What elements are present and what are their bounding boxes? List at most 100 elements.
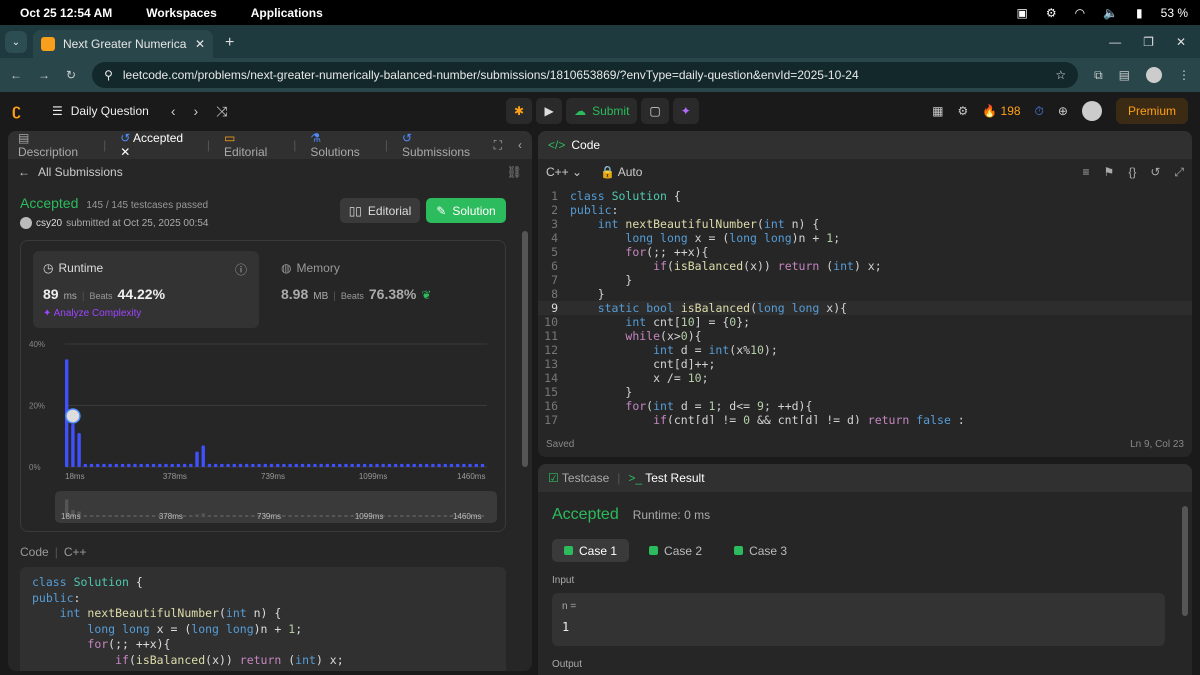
code-line[interactable]: 6 if(isBalanced(x)) return (int) x; bbox=[538, 259, 1192, 273]
tab-search-icon[interactable]: ▤ bbox=[1119, 68, 1130, 82]
reload-button[interactable]: ↻ bbox=[66, 68, 76, 82]
code-line[interactable]: 3 int nextBeautifulNumber(int n) { bbox=[538, 217, 1192, 231]
tab-solutions[interactable]: ⚗ Solutions bbox=[310, 131, 370, 159]
shuffle-icon[interactable]: ⤨ bbox=[216, 103, 227, 120]
case-3-tab[interactable]: Case 3 bbox=[722, 539, 799, 562]
prev-problem-icon[interactable]: ‹ bbox=[171, 103, 176, 120]
timer-icon[interactable]: ⏱ bbox=[1035, 104, 1044, 119]
submitted-code[interactable]: class Solution {public: int nextBeautifu… bbox=[20, 567, 506, 671]
streak-counter[interactable]: 🔥 198 bbox=[982, 104, 1020, 118]
profile-avatar[interactable] bbox=[1146, 67, 1162, 83]
code-text: } bbox=[570, 385, 633, 399]
collapse-icon[interactable]: ‹ bbox=[518, 138, 522, 153]
histogram-bar bbox=[474, 463, 479, 467]
case-1-tab[interactable]: Case 1 bbox=[552, 539, 630, 562]
auto-mode[interactable]: 🔒 Auto bbox=[600, 165, 642, 179]
submitter-name[interactable]: csy20 bbox=[36, 218, 62, 229]
tab-accepted[interactable]: ↺ Accepted ✕ bbox=[120, 131, 193, 159]
browser-tab[interactable]: Next Greater Numerically Ba ✕ bbox=[33, 30, 213, 58]
editorial-button[interactable]: ▯▯ Editorial bbox=[340, 198, 420, 223]
new-tab-button[interactable]: + bbox=[225, 34, 234, 52]
user-avatar-marker bbox=[65, 408, 81, 424]
code-line[interactable]: 9 static bool isBalanced(long long x){ bbox=[538, 301, 1192, 315]
code-line[interactable]: 2 public: bbox=[538, 203, 1192, 217]
code-icon: </> bbox=[548, 138, 566, 152]
os-clock[interactable]: Oct 25 12:54 AM bbox=[20, 6, 112, 20]
site-info-icon[interactable]: ⚲ bbox=[104, 68, 113, 82]
code-line[interactable]: 11 while(x>0){ bbox=[538, 329, 1192, 343]
code-line[interactable]: 12 int d = int(x%10); bbox=[538, 343, 1192, 357]
tab-description[interactable]: ▤ Description bbox=[18, 131, 89, 159]
screen-icon[interactable]: ▣ bbox=[1016, 6, 1027, 20]
input-var-value[interactable]: 1 bbox=[562, 620, 1155, 634]
mini-bar bbox=[133, 515, 137, 517]
leetcode-logo-icon[interactable]: ʗ bbox=[12, 102, 30, 120]
run-button[interactable]: ▶ bbox=[536, 98, 563, 124]
problem-list-button[interactable]: ☰ Daily Question bbox=[52, 104, 149, 118]
minimize-window-button[interactable]: — bbox=[1109, 35, 1121, 49]
user-avatar[interactable] bbox=[1081, 101, 1102, 121]
tab-test-result[interactable]: >_ Test Result bbox=[628, 471, 704, 485]
volume-icon[interactable]: 🔈 bbox=[1103, 6, 1118, 20]
histogram-bar bbox=[220, 463, 224, 467]
os-applications[interactable]: Applications bbox=[251, 6, 323, 20]
language-select[interactable]: C++ ⌄ bbox=[546, 165, 582, 179]
pencil-icon: ✎ bbox=[436, 203, 447, 218]
code-line[interactable]: 10 int cnt[10] = {0}; bbox=[538, 315, 1192, 329]
code-line[interactable]: 4 long long x = (long long)n + 1; bbox=[538, 231, 1192, 245]
close-window-button[interactable]: ✕ bbox=[1176, 35, 1186, 49]
close-tab-icon[interactable]: ✕ bbox=[195, 37, 205, 51]
code-line[interactable]: 16 for(int d = 1; d<= 9; ++d){ bbox=[538, 399, 1192, 413]
format-icon[interactable]: ≡ bbox=[1083, 165, 1090, 180]
braces-icon[interactable]: {} bbox=[1128, 165, 1136, 180]
solution-button[interactable]: ✎ Solution bbox=[426, 198, 506, 223]
code-line[interactable]: 8 } bbox=[538, 287, 1192, 301]
case-2-tab[interactable]: Case 2 bbox=[637, 539, 714, 562]
all-submissions-link[interactable]: ← All Submissions ⛓ bbox=[8, 161, 532, 183]
code-line[interactable]: 14 x /= 10; bbox=[538, 371, 1192, 385]
battery-icon[interactable]: ▮ bbox=[1136, 6, 1143, 20]
next-problem-icon[interactable]: › bbox=[193, 103, 198, 120]
code-line[interactable]: 17 if(cnt[d] != 0 && cnt[d] != d) return… bbox=[538, 413, 1192, 424]
maximize-window-button[interactable]: ❐ bbox=[1143, 35, 1154, 49]
notes-button[interactable]: ▢ bbox=[641, 98, 669, 124]
debug-button[interactable]: ✱ bbox=[506, 98, 533, 124]
premium-button[interactable]: Premium bbox=[1115, 98, 1188, 124]
runtime-distribution-chart[interactable]: 40% 20% 0% 18ms 378ms 739ms 1099ms 1460ms 18ms 37… bbox=[21, 241, 507, 533]
settings-icon[interactable]: ⚙ bbox=[1046, 6, 1057, 20]
tab-list-button[interactable]: ⌄ bbox=[5, 31, 27, 53]
os-workspaces[interactable]: Workspaces bbox=[146, 6, 216, 20]
back-arrow-icon[interactable]: ← bbox=[18, 165, 30, 179]
layout-icon[interactable]: ▦ bbox=[932, 104, 943, 118]
expand-icon[interactable]: ⛶ bbox=[494, 138, 502, 153]
extensions-icon[interactable]: ⧉ bbox=[1094, 68, 1103, 83]
ai-button[interactable]: ✦ bbox=[672, 98, 699, 124]
fullscreen-icon[interactable]: ⤢ bbox=[1174, 165, 1184, 180]
add-friend-icon[interactable]: ⊕ bbox=[1058, 104, 1068, 118]
code-line[interactable]: 1 class Solution { bbox=[538, 189, 1192, 203]
bookmark-star-icon[interactable]: ☆ bbox=[1055, 68, 1066, 82]
submit-button[interactable]: ☁ Submit bbox=[566, 98, 638, 124]
tab-submissions[interactable]: ↺ Submissions bbox=[402, 131, 480, 159]
settings-gear-icon[interactable]: ⚙ bbox=[957, 104, 968, 118]
address-bar[interactable]: ⚲ leetcode.com/problems/next-greater-num… bbox=[92, 62, 1079, 88]
back-button[interactable]: ← bbox=[10, 68, 22, 82]
test-panel-scrollbar[interactable] bbox=[1182, 506, 1188, 616]
tab-editorial[interactable]: ▭ Editorial bbox=[224, 131, 279, 159]
forward-button[interactable]: → bbox=[38, 68, 50, 82]
browser-menu-icon[interactable]: ⋮ bbox=[1178, 68, 1190, 82]
close-tab-icon[interactable]: ✕ bbox=[120, 145, 130, 159]
code-line[interactable]: 13 cnt[d]++; bbox=[538, 357, 1192, 371]
tab-testcase[interactable]: ☑ Testcase bbox=[548, 471, 609, 485]
url-text[interactable]: leetcode.com/problems/next-greater-numer… bbox=[123, 68, 1045, 82]
code-line[interactable]: 15 } bbox=[538, 385, 1192, 399]
input-box: n = 1 bbox=[552, 593, 1165, 646]
reset-icon[interactable]: ↺ bbox=[1150, 165, 1160, 180]
code-line[interactable]: 7 } bbox=[538, 273, 1192, 287]
wifi-icon[interactable]: ◠ bbox=[1075, 6, 1085, 20]
bookmark-icon[interactable]: ⚑ bbox=[1104, 165, 1115, 180]
share-link-icon[interactable]: ⛓ bbox=[507, 165, 522, 179]
code-line[interactable]: 5 for(;; ++x){ bbox=[538, 245, 1192, 259]
code-editor[interactable]: 1 class Solution {2 public: 3 int nextBeaut… bbox=[538, 189, 1192, 424]
left-panel-scrollbar[interactable] bbox=[522, 231, 528, 467]
